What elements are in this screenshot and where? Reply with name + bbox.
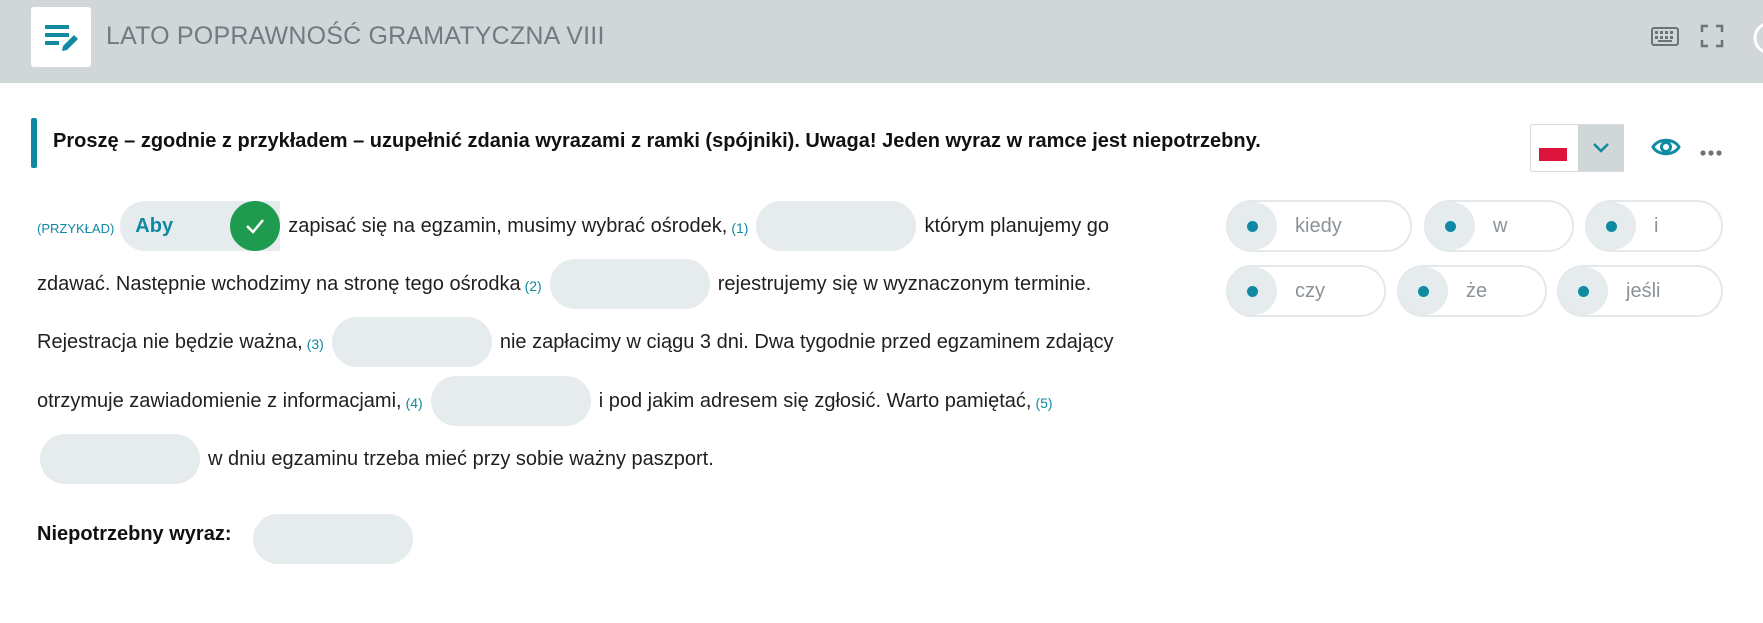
drag-dot-icon[interactable] — [1586, 202, 1636, 250]
word-chip-label: kiedy — [1295, 214, 1342, 237]
gap-number: (1) — [731, 220, 749, 236]
polish-flag-icon — [1539, 135, 1567, 161]
word-chip-ze[interactable]: że — [1397, 265, 1547, 317]
example-answer-chip: Aby — [120, 201, 281, 251]
sentence-text: Rejestracja nie będzie ważna, — [37, 330, 303, 353]
top-bar: LATO POPRAWNOŚĆ GRAMATYCZNA VIII — [0, 0, 1763, 83]
word-chip-label: że — [1466, 279, 1488, 302]
answer-gap-4[interactable] — [430, 376, 591, 426]
sentence-text: nie zapłacimy w ciągu 3 dni. Dwa tygodni… — [499, 330, 1114, 353]
instruction-accent-bar — [31, 118, 37, 168]
drag-dot-icon[interactable] — [1227, 202, 1277, 250]
drag-dot-icon[interactable] — [1558, 267, 1608, 315]
drag-dot-icon[interactable] — [1398, 267, 1448, 315]
answer-gap-5[interactable] — [40, 434, 200, 484]
unneeded-word-gap[interactable] — [253, 514, 413, 564]
gap-number: (2) — [524, 278, 542, 294]
gap-number: (3) — [306, 336, 324, 352]
app-title: LATO POPRAWNOŚĆ GRAMATYCZNA VIII — [106, 22, 605, 50]
example-label: (PRZYKŁAD) — [37, 220, 115, 236]
sentence-text: w dniu egzaminu trzeba mieć przy sobie w… — [208, 447, 714, 470]
sentence-text: którym planujemy go — [924, 214, 1110, 237]
word-chip-jesli[interactable]: jeśli — [1557, 265, 1723, 317]
word-chip-kiedy[interactable]: kiedy — [1226, 200, 1412, 252]
exercise-line: otrzymuje zawiadomienie z informacjami, … — [37, 375, 1057, 427]
chevron-down-icon[interactable] — [1578, 125, 1624, 171]
exercise-line: Rejestracja nie będzie ważna, (3) nie za… — [37, 316, 1113, 368]
instruction-text: Proszę – zgodnie z przykładem – uzupełni… — [53, 130, 1261, 152]
drag-dot-icon[interactable] — [1227, 267, 1277, 315]
close-icon[interactable] — [1752, 20, 1763, 61]
word-chip-w[interactable]: w — [1424, 200, 1574, 252]
more-icon[interactable] — [1700, 143, 1722, 161]
word-chip-i[interactable]: i — [1585, 200, 1723, 252]
sentence-text: otrzymuje zawiadomienie z informacjami, — [37, 389, 402, 412]
answer-gap-2[interactable] — [549, 259, 710, 309]
unneeded-word-label: Niepotrzebny wyraz: — [37, 523, 232, 545]
exercise-line: zdawać. Następnie wchodzimy na stronę te… — [37, 258, 1091, 310]
answer-gap-1[interactable] — [756, 201, 917, 251]
word-chip-czy[interactable]: czy — [1226, 265, 1386, 317]
sentence-text: rejestrujemy się w wyznaczonym terminie. — [717, 272, 1092, 295]
gap-number: (5) — [1035, 395, 1053, 411]
example-answer: Aby — [135, 214, 174, 237]
language-select[interactable] — [1530, 124, 1624, 172]
sentence-text: zdawać. Następnie wchodzimy na stronę te… — [37, 272, 521, 295]
word-chip-label: jeśli — [1626, 279, 1661, 302]
exercise-line: (PRZYKŁAD) Aby zapisać się na egzamin, m… — [37, 200, 1109, 252]
drag-dot-icon[interactable] — [1425, 202, 1475, 250]
answer-gap-3[interactable] — [331, 317, 492, 367]
check-icon — [230, 201, 281, 251]
exercise-line: w dniu egzaminu trzeba mieć przy sobie w… — [37, 433, 714, 485]
gap-number: (4) — [405, 395, 423, 411]
fullscreen-icon[interactable] — [1700, 24, 1724, 53]
keyboard-icon[interactable] — [1651, 24, 1679, 55]
word-chip-label: i — [1654, 214, 1659, 237]
word-chip-label: w — [1493, 214, 1508, 237]
sentence-text: zapisać się na egzamin, musimy wybrać oś… — [288, 214, 728, 237]
word-chip-label: czy — [1295, 279, 1325, 302]
edit-list-icon — [31, 7, 91, 67]
sentence-text: i pod jakim adresem się zgłosić. Warto p… — [598, 389, 1032, 412]
eye-icon[interactable] — [1651, 135, 1681, 164]
